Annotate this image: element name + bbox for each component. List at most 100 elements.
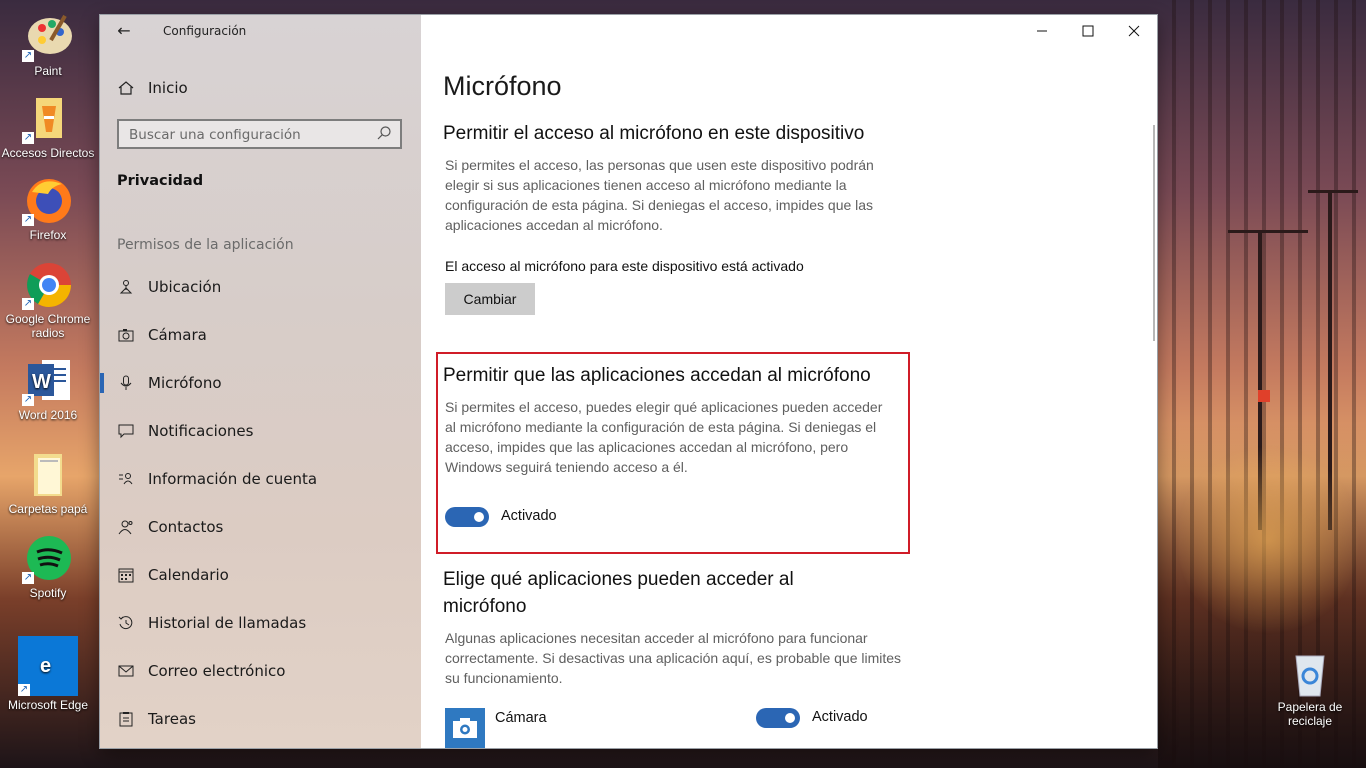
- choose-apps-heading-line2: micrófono: [443, 596, 527, 617]
- shortcut-arrow-icon: ↗: [22, 298, 34, 310]
- nav-home[interactable]: Inicio: [116, 77, 188, 99]
- sidebar-item-label: Tareas: [148, 710, 196, 728]
- folder-icon: ↗: [22, 92, 74, 144]
- tasks-icon: [116, 709, 136, 729]
- desktop-icon-label: Paint: [34, 64, 62, 78]
- desktop-icon-chrome[interactable]: ↗ Google Chrome radios: [0, 258, 96, 340]
- device-access-heading: Permitir el acceso al micrófono en este …: [443, 123, 865, 144]
- sidebar-item-label: Calendario: [148, 566, 229, 584]
- settings-window: ← Configuración Inicio Buscar una config…: [100, 15, 1157, 748]
- shortcut-arrow-icon: ↗: [18, 684, 30, 696]
- desktop-icon-label: Microsoft Edge: [7, 698, 89, 712]
- sidebar-item-contactos[interactable]: Contactos: [116, 515, 223, 539]
- device-access-description: Si permites el acceso, las personas que …: [445, 157, 874, 233]
- app-access-toggle[interactable]: [445, 507, 489, 527]
- toggle-knob: [474, 512, 484, 522]
- device-access-status: El acceso al micrófono para este disposi…: [445, 258, 804, 274]
- desktop-icon-label: Carpetas papá: [8, 502, 88, 516]
- microphone-icon: [116, 373, 136, 393]
- desktop-icon-spotify[interactable]: ↗ Spotify: [0, 532, 96, 600]
- back-arrow-icon[interactable]: ←: [114, 21, 134, 41]
- window-title: Configuración: [163, 24, 247, 38]
- app-access-toggle-label: Activado: [501, 508, 557, 524]
- camera-app-toggle-label: Activado: [812, 709, 868, 725]
- shortcut-arrow-icon: ↗: [22, 50, 34, 62]
- word-icon: W ↗: [22, 354, 74, 406]
- shortcut-arrow-icon: ↗: [22, 394, 34, 406]
- mail-icon: [116, 661, 136, 681]
- sidebar-item-historial-llamadas[interactable]: Historial de llamadas: [116, 611, 306, 635]
- app-access-heading: Permitir que las aplicaciones accedan al…: [443, 365, 871, 386]
- desktop-icon-label: Spotify: [29, 586, 67, 600]
- svg-text:e: e: [40, 655, 51, 677]
- tower-light: [1258, 390, 1270, 402]
- window-controls: [1019, 15, 1157, 47]
- location-icon: [116, 277, 136, 297]
- minimize-button[interactable]: [1019, 15, 1065, 47]
- sidebar-item-calendario[interactable]: Calendario: [116, 563, 229, 587]
- folder-icon: [22, 448, 74, 500]
- sidebar-item-correo[interactable]: Correo electrónico: [116, 659, 285, 683]
- call-history-icon: [116, 613, 136, 633]
- recycle-bin-icon: [1284, 646, 1336, 698]
- sidebar-item-label: Información de cuenta: [148, 470, 318, 488]
- calendar-icon: [116, 565, 136, 585]
- contacts-icon: [116, 517, 136, 537]
- sidebar-item-microfono[interactable]: Micrófono: [100, 371, 222, 395]
- search-placeholder: Buscar una configuración: [129, 127, 301, 143]
- sidebar-item-camara[interactable]: Cámara: [116, 323, 207, 347]
- sidebar-item-label: Ubicación: [148, 278, 222, 296]
- desktop-icon-label: Papelera de reciclaje: [1277, 700, 1343, 728]
- camera-app-toggle[interactable]: [756, 708, 800, 728]
- desktop-icon-word[interactable]: W ↗ Word 2016: [0, 354, 96, 422]
- sidebar-item-informacion-cuenta[interactable]: Información de cuenta: [116, 467, 317, 491]
- close-button[interactable]: [1111, 15, 1157, 47]
- section-title: Privacidad: [117, 173, 204, 189]
- search-icon[interactable]: [376, 125, 392, 141]
- desktop-icon-firefox[interactable]: ↗ Firefox: [0, 174, 96, 242]
- shortcut-arrow-icon: ↗: [22, 214, 34, 226]
- sidebar-item-tareas[interactable]: Tareas: [116, 707, 196, 731]
- desktop-icon-paint[interactable]: ↗ Paint: [0, 10, 96, 78]
- scrollbar[interactable]: [1153, 125, 1155, 341]
- chrome-icon: ↗: [22, 258, 74, 310]
- change-button[interactable]: Cambiar: [445, 283, 535, 315]
- nav-home-label: Inicio: [148, 79, 188, 97]
- choose-apps-description: Algunas aplicaciones necesitan acceder a…: [445, 630, 902, 686]
- spotify-icon: ↗: [22, 532, 74, 584]
- sidebar-item-label: Micrófono: [148, 374, 222, 392]
- sidebar-item-label: Correo electrónico: [148, 662, 286, 680]
- camera-app-name: Cámara: [495, 710, 547, 726]
- group-label: Permisos de la aplicación: [117, 237, 294, 253]
- camera-icon: [116, 325, 136, 345]
- desktop-icon-carpetas[interactable]: Carpetas papá: [0, 448, 96, 516]
- title-bar: ← Configuración: [100, 15, 421, 47]
- page-title: Micrófono: [443, 71, 562, 101]
- sidebar-item-label: Cámara: [148, 326, 207, 344]
- sidebar-item-label: Notificaciones: [148, 422, 254, 440]
- paint-icon: ↗: [22, 10, 74, 62]
- desktop-icon-label: Google Chrome radios: [5, 312, 91, 340]
- app-access-description: Si permites el acceso, puedes elegir qué…: [445, 399, 883, 475]
- settings-content: Micrófono Permitir el acceso al micrófon…: [421, 15, 1157, 748]
- settings-sidebar: ← Configuración Inicio Buscar una config…: [100, 15, 421, 748]
- desktop-icon-label: Accesos Directos: [1, 146, 95, 160]
- sidebar-item-notificaciones[interactable]: Notificaciones: [116, 419, 253, 443]
- shortcut-arrow-icon: ↗: [22, 572, 34, 584]
- edge-icon: e ↗: [18, 636, 78, 696]
- desktop-icon-recycle-bin[interactable]: Papelera de reciclaje: [1262, 646, 1358, 728]
- home-icon: [116, 78, 136, 98]
- desktop-icon-label: Word 2016: [18, 408, 78, 422]
- desktop-icon-accesos-directos[interactable]: ↗ Accesos Directos: [0, 92, 96, 160]
- toggle-knob: [785, 713, 795, 723]
- choose-apps-heading-line1: Elige qué aplicaciones pueden acceder al: [443, 569, 794, 590]
- shortcut-arrow-icon: ↗: [22, 132, 34, 144]
- desktop-icon-edge[interactable]: e ↗ Microsoft Edge: [0, 636, 96, 712]
- search-input[interactable]: Buscar una configuración: [117, 119, 402, 149]
- maximize-button[interactable]: [1065, 15, 1111, 47]
- sidebar-item-ubicacion[interactable]: Ubicación: [116, 275, 221, 299]
- sidebar-item-label: Contactos: [148, 518, 224, 536]
- desktop-icon-label: Firefox: [29, 228, 67, 242]
- svg-text:W: W: [32, 371, 51, 393]
- notification-icon: [116, 421, 136, 441]
